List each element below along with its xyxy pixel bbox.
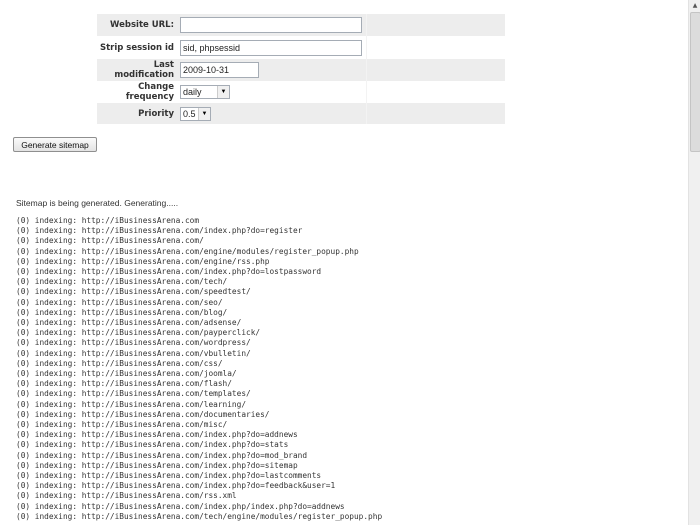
scrollbar-thumb[interactable] [690, 12, 700, 152]
log-line: (0) indexing: http://iBusinessArena.com/… [16, 318, 242, 328]
log-line: (0) indexing: http://iBusinessArena.com/… [16, 246, 359, 256]
log-line: (0) indexing: http://iBusinessArena.com/… [16, 430, 298, 440]
form-row-last-modification: Last modification 2009-10-31 [97, 59, 505, 81]
sitemap-form: Website URL: Strip session id sid, phpse… [97, 14, 505, 124]
log-line: (0) indexing: http://iBusinessArena.com/… [16, 338, 251, 348]
form-row-change-frequency: Change frequency daily ▼ [97, 81, 505, 103]
log-line: (0) indexing: http://iBusinessArena.com [16, 216, 200, 225]
page: Website URL: Strip session id sid, phpse… [0, 0, 688, 525]
form-row-priority: Priority 0.5 ▼ [97, 103, 505, 124]
log-line: (0) indexing: http://iBusinessArena.com/… [16, 501, 345, 511]
log-line: (0) indexing: http://iBusinessArena.com/… [16, 256, 270, 266]
strip-session-input[interactable]: sid, phpsessid [180, 39, 362, 56]
log-line: (0) indexing: http://iBusinessArena.com/… [16, 307, 228, 317]
vertical-scrollbar[interactable]: ▲ [688, 0, 700, 525]
log-line: (0) indexing: http://iBusinessArena.com/… [16, 409, 270, 419]
priority-select[interactable]: 0.5 ▼ [180, 106, 211, 121]
chevron-down-icon: ▼ [217, 86, 229, 98]
log-line: (0) indexing: http://iBusinessArena.com/ [16, 236, 204, 246]
log-line: (0) indexing: http://iBusinessArena.com/… [16, 297, 223, 307]
log-line: (0) indexing: http://iBusinessArena.com/… [16, 287, 251, 297]
log-line: (0) indexing: http://iBusinessArena.com/… [16, 358, 223, 368]
website-url-label: Website URL: [97, 14, 180, 36]
priority-label: Priority [97, 103, 180, 124]
generate-sitemap-button[interactable]: Generate sitemap [13, 137, 97, 152]
indexing-log: (0) indexing: http://iBusinessArena.com … [16, 216, 382, 522]
log-line: (0) indexing: http://iBusinessArena.com/… [16, 440, 289, 450]
change-frequency-select[interactable]: daily ▼ [180, 85, 230, 99]
log-line: (0) indexing: http://iBusinessArena.com/… [16, 348, 251, 358]
priority-value: 0.5 [183, 108, 196, 119]
log-line: (0) indexing: http://iBusinessArena.com/… [16, 420, 228, 430]
log-line: (0) indexing: http://iBusinessArena.com/… [16, 511, 383, 521]
scroll-up-arrow-icon[interactable]: ▲ [689, 0, 700, 11]
last-modification-input[interactable]: 2009-10-31 [180, 62, 259, 78]
log-line: (0) indexing: http://iBusinessArena.com/… [16, 460, 298, 470]
log-line: (0) indexing: http://iBusinessArena.com/… [16, 267, 322, 277]
log-line: (0) indexing: http://iBusinessArena.com/… [16, 369, 237, 379]
form-row-strip-session: Strip session id sid, phpsessid [97, 36, 505, 59]
log-line: (0) indexing: http://iBusinessArena.com/… [16, 491, 237, 501]
log-line: (0) indexing: http://iBusinessArena.com/… [16, 389, 251, 399]
change-frequency-label: Change frequency [125, 82, 174, 102]
chevron-down-icon: ▼ [198, 107, 210, 120]
log-line: (0) indexing: http://iBusinessArena.com/… [16, 379, 232, 389]
log-line: (0) indexing: http://iBusinessArena.com/… [16, 471, 322, 481]
log-line: (0) indexing: http://iBusinessArena.com/… [16, 226, 303, 236]
log-line: (0) indexing: http://iBusinessArena.com/… [16, 399, 247, 409]
strip-session-label: Strip session id [99, 42, 174, 53]
log-line: (0) indexing: http://iBusinessArena.com/… [16, 277, 228, 287]
log-line: (0) indexing: http://iBusinessArena.com/… [16, 481, 336, 491]
last-modification-label: Last modification [97, 59, 180, 81]
form-row-website-url: Website URL: [97, 14, 505, 36]
change-frequency-value: daily [183, 87, 202, 97]
status-text: Sitemap is being generated. Generating..… [16, 198, 179, 208]
website-url-input[interactable] [180, 17, 362, 33]
log-line: (0) indexing: http://iBusinessArena.com/… [16, 328, 261, 338]
log-line: (0) indexing: http://iBusinessArena.com/… [16, 450, 308, 460]
